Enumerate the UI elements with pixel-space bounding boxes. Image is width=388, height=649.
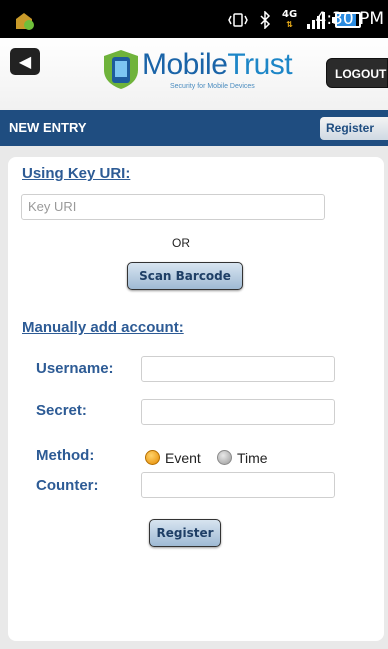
key-uri-heading[interactable]: Using Key URI: bbox=[22, 165, 130, 182]
app-logo-text: MobileTrust bbox=[142, 48, 293, 81]
method-event-label[interactable]: Event bbox=[165, 450, 201, 466]
page-title: NEW ENTRY bbox=[9, 120, 87, 135]
4g-icon: 4G ⇅ bbox=[282, 9, 298, 30]
secret-input[interactable] bbox=[141, 399, 335, 425]
register-button[interactable]: Register bbox=[149, 519, 221, 547]
app-notification-icon bbox=[16, 13, 34, 30]
bluetooth-icon bbox=[260, 11, 271, 29]
method-label: Method: bbox=[36, 447, 95, 464]
mobiletrust-logo-icon bbox=[104, 50, 138, 89]
username-label: Username: bbox=[36, 360, 114, 377]
scan-barcode-button[interactable]: Scan Barcode bbox=[127, 262, 243, 290]
vibrate-icon bbox=[228, 13, 248, 27]
key-uri-input[interactable]: Key URI bbox=[21, 194, 325, 220]
method-time-label[interactable]: Time bbox=[237, 450, 268, 466]
counter-label: Counter: bbox=[36, 477, 99, 494]
secret-label: Secret: bbox=[36, 402, 87, 419]
username-input[interactable] bbox=[141, 356, 335, 382]
status-time: 4:30 PM bbox=[315, 9, 385, 29]
method-time-radio[interactable] bbox=[217, 450, 232, 465]
back-button[interactable]: ◀ bbox=[10, 48, 40, 75]
logout-button[interactable]: LOGOUT bbox=[326, 58, 388, 88]
or-text: OR bbox=[172, 236, 190, 250]
back-arrow-icon: ◀ bbox=[18, 52, 32, 71]
counter-input[interactable] bbox=[141, 472, 335, 498]
status-bar: 4G ⇅ 4:30 PM bbox=[0, 0, 388, 38]
header-register-button[interactable]: Register bbox=[320, 117, 388, 140]
logo-tagline: Security for Mobile Devices bbox=[170, 83, 255, 90]
manual-add-heading[interactable]: Manually add account: bbox=[22, 319, 184, 336]
method-event-radio[interactable] bbox=[145, 450, 160, 465]
title-bar: NEW ENTRY Register bbox=[0, 110, 388, 146]
